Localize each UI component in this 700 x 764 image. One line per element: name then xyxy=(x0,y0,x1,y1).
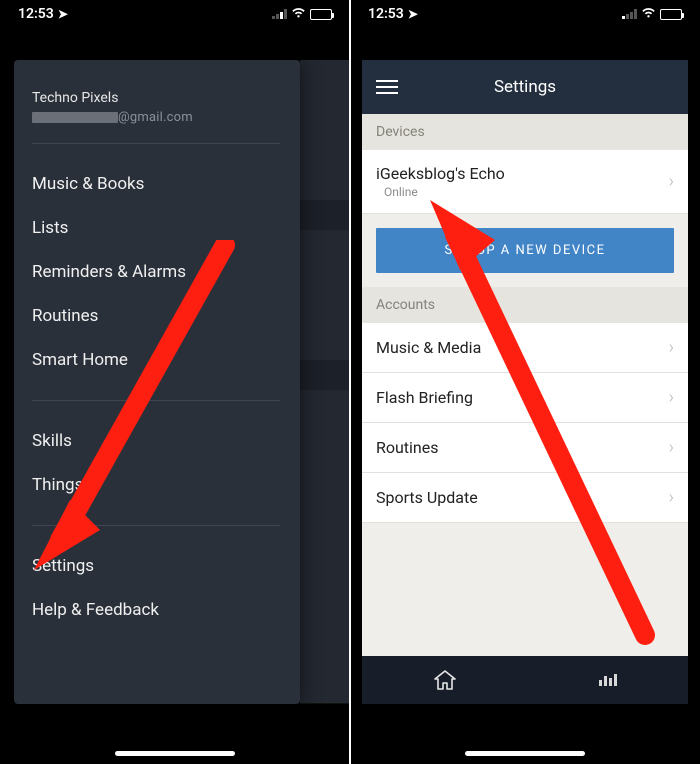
menu-settings[interactable]: Settings xyxy=(32,544,280,588)
profile-name: Techno Pixels xyxy=(32,90,280,106)
screen-left-sidebar: 12:53 ➤ Techno Pixels @gmail.com Music &… xyxy=(0,0,350,764)
menu-things-to-try[interactable]: Things ry xyxy=(32,463,280,507)
setup-device-button[interactable]: SET UP A NEW DEVICE xyxy=(376,228,674,273)
chevron-right-icon: › xyxy=(669,337,674,358)
location-icon: ➤ xyxy=(58,7,68,21)
status-bar: 12:53 ➤ xyxy=(0,0,350,28)
menu-group-3: Settings Help & Feedback xyxy=(32,544,280,632)
row-sports-update[interactable]: Sports Update › xyxy=(362,473,688,523)
redacted-email-prefix xyxy=(32,112,118,123)
section-accounts: Accounts xyxy=(362,287,688,323)
profile-email: @gmail.com xyxy=(32,110,280,125)
device-row[interactable]: iGeeksblog's Echo Online › xyxy=(362,150,688,214)
hamburger-icon[interactable] xyxy=(376,76,398,98)
signal-icon xyxy=(622,9,637,19)
settings-header: Settings xyxy=(362,60,688,114)
home-indicator[interactable] xyxy=(465,751,585,756)
menu-music-books[interactable]: Music & Books xyxy=(32,162,280,206)
divider xyxy=(32,525,280,526)
bottom-nav xyxy=(362,656,688,704)
device-name: iGeeksblog's Echo xyxy=(376,164,505,183)
page-title: Settings xyxy=(362,77,688,97)
home-icon[interactable] xyxy=(434,670,456,690)
status-bar: 12:53 ➤ xyxy=(350,0,700,28)
menu-routines[interactable]: Routines xyxy=(32,294,280,338)
row-music-media[interactable]: Music & Media › xyxy=(362,323,688,373)
menu-group-1: Music & Books Lists Reminders & Alarms R… xyxy=(32,162,280,382)
section-devices: Devices xyxy=(362,114,688,150)
device-status: Online xyxy=(384,185,505,199)
menu-lists[interactable]: Lists xyxy=(32,206,280,250)
battery-icon xyxy=(660,9,682,20)
menu-smart-home[interactable]: Smart Home xyxy=(32,338,280,382)
screen-right-settings: 12:53 ➤ Settings Devices iGeeksblog's Ec… xyxy=(350,0,700,764)
signal-icon xyxy=(272,9,287,19)
home-indicator[interactable] xyxy=(115,751,235,756)
chevron-right-icon: › xyxy=(669,487,674,508)
chevron-right-icon: › xyxy=(669,171,674,192)
status-time: 12:53 xyxy=(18,6,54,22)
background-panel xyxy=(300,60,350,704)
location-icon: ➤ xyxy=(408,7,418,21)
menu-skills[interactable]: Skills xyxy=(32,419,280,463)
settings-page: Settings Devices iGeeksblog's Echo Onlin… xyxy=(362,60,688,704)
now-playing-icon[interactable] xyxy=(599,674,617,686)
chevron-right-icon: › xyxy=(669,387,674,408)
image-divider xyxy=(349,0,351,764)
divider xyxy=(32,143,280,144)
sidebar-menu: Techno Pixels @gmail.com Music & Books L… xyxy=(14,60,300,704)
menu-help-feedback[interactable]: Help & Feedback xyxy=(32,588,280,632)
divider xyxy=(32,400,280,401)
row-flash-briefing[interactable]: Flash Briefing › xyxy=(362,373,688,423)
row-routines[interactable]: Routines › xyxy=(362,423,688,473)
chevron-right-icon: › xyxy=(669,437,674,458)
wifi-icon xyxy=(291,7,306,22)
status-time: 12:53 xyxy=(368,6,404,22)
battery-icon xyxy=(310,9,332,20)
menu-group-2: Skills Things ry xyxy=(32,419,280,507)
wifi-icon xyxy=(641,7,656,22)
menu-reminders-alarms[interactable]: Reminders & Alarms xyxy=(32,250,280,294)
